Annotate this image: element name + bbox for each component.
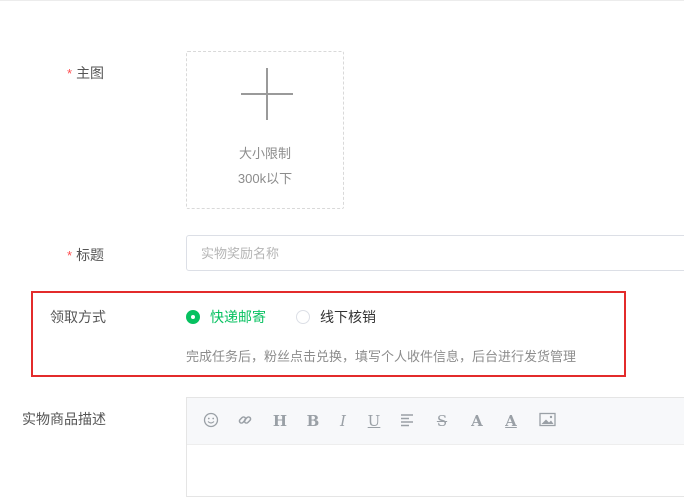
upload-size-hint: 大小限制 bbox=[238, 146, 291, 161]
main-image-label: * 主图 bbox=[67, 65, 105, 81]
font-color-icon[interactable]: A bbox=[501, 412, 521, 430]
product-description-label: 实物商品描述 bbox=[22, 411, 106, 427]
underline-icon[interactable]: U bbox=[364, 412, 384, 430]
bold-icon[interactable]: B bbox=[303, 412, 323, 430]
title-input[interactable] bbox=[186, 235, 684, 271]
link-icon[interactable] bbox=[235, 412, 255, 430]
emoji-icon[interactable] bbox=[201, 412, 221, 430]
radio-express-delivery[interactable]: 快递邮寄 bbox=[186, 307, 266, 327]
top-divider bbox=[0, 0, 684, 1]
plus-icon bbox=[241, 68, 293, 120]
rich-text-editor[interactable]: H B I U S A A bbox=[186, 397, 684, 497]
editor-toolbar: H B I U S A A bbox=[187, 398, 684, 445]
required-asterisk: * bbox=[67, 248, 73, 263]
align-icon[interactable] bbox=[397, 412, 417, 430]
font-size-icon[interactable]: A bbox=[467, 412, 487, 430]
image-upload-area[interactable]: 大小限制 300k以下 bbox=[186, 51, 344, 209]
claim-method-label: 领取方式 bbox=[50, 309, 106, 325]
heading-icon[interactable]: H bbox=[270, 412, 290, 430]
required-asterisk: * bbox=[67, 66, 73, 81]
title-label: * 标题 bbox=[67, 247, 105, 263]
radio-checked-icon bbox=[186, 310, 200, 324]
image-icon[interactable] bbox=[537, 412, 557, 430]
radio-offline-redeem-label: 线下核销 bbox=[320, 309, 376, 325]
claim-method-description: 完成任务后，粉丝点击兑换，填写个人收件信息，后台进行发货管理 bbox=[186, 349, 577, 364]
italic-icon[interactable]: I bbox=[333, 412, 353, 430]
radio-unchecked-icon bbox=[296, 310, 310, 324]
radio-express-delivery-label: 快递邮寄 bbox=[210, 309, 266, 325]
upload-size-limit: 300k以下 bbox=[237, 171, 293, 186]
strikethrough-icon[interactable]: S bbox=[432, 412, 452, 430]
radio-offline-redeem[interactable]: 线下核销 bbox=[296, 307, 376, 327]
